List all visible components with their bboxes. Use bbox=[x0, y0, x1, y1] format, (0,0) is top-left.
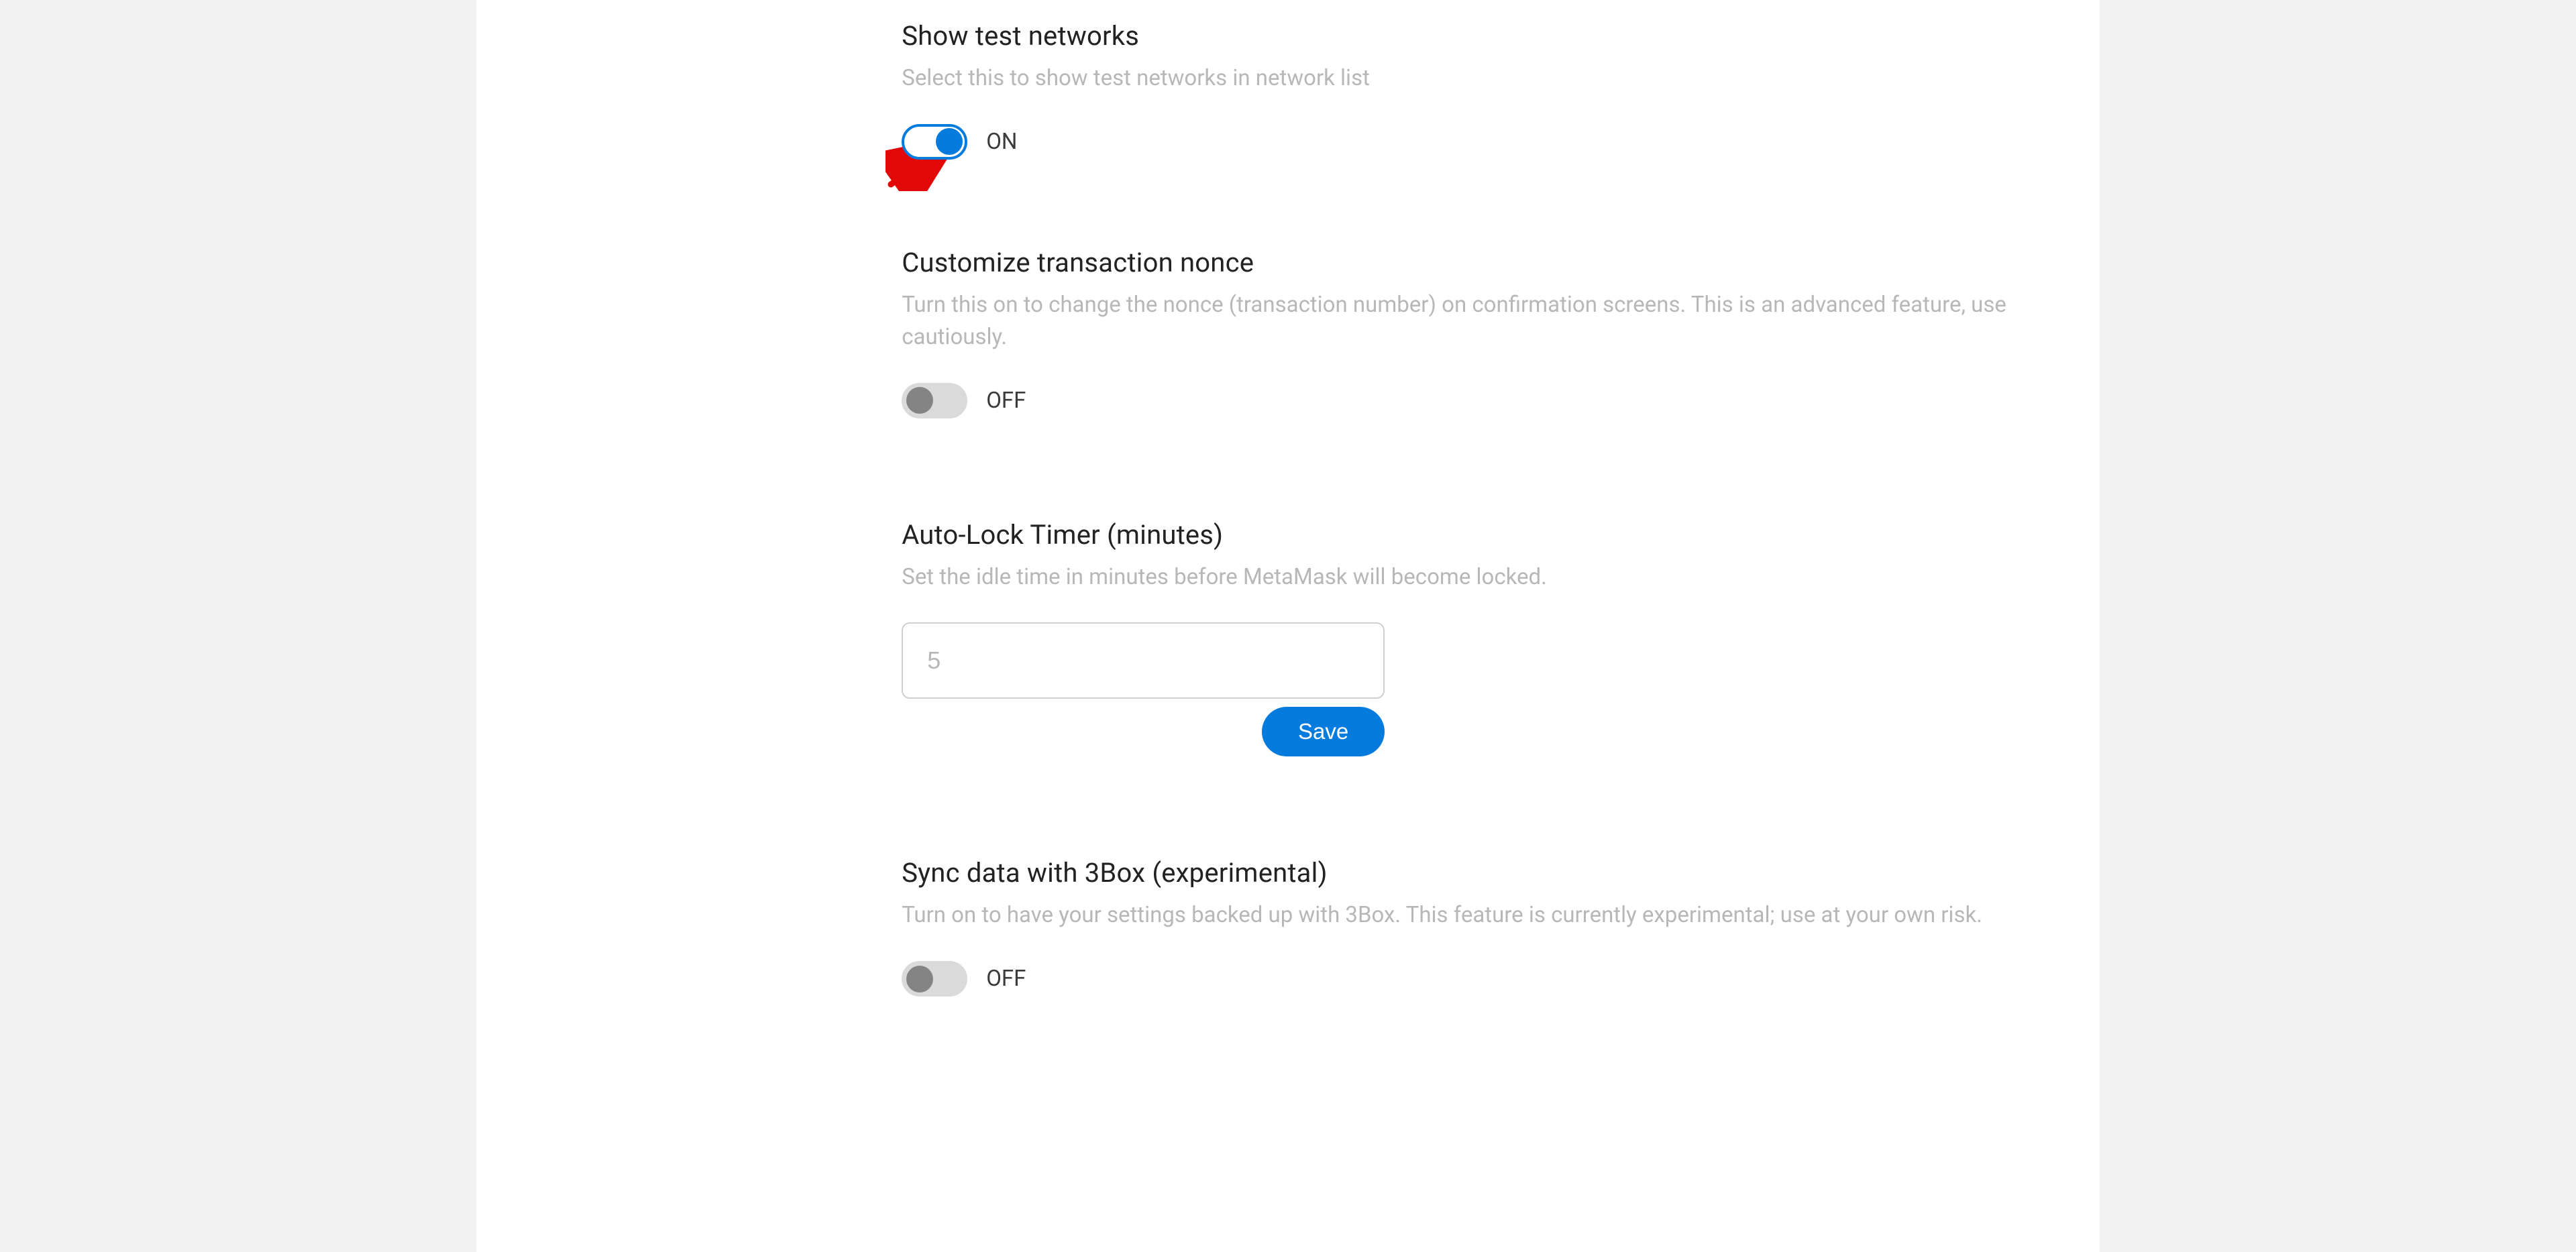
toggle-row: OFF bbox=[902, 961, 2035, 997]
auto-lock-minutes-input[interactable] bbox=[902, 622, 1385, 699]
setting-description: Turn on to have your settings backed up … bbox=[902, 899, 2035, 931]
save-row: Save bbox=[902, 707, 1385, 756]
setting-sync-3box: Sync data with 3Box (experimental) Turn … bbox=[902, 857, 2035, 997]
setting-show-test-networks: Show test networks Select this to show t… bbox=[902, 20, 2035, 160]
setting-title: Show test networks bbox=[902, 20, 2035, 52]
toggle-knob bbox=[936, 128, 963, 155]
toggle-state-label: ON bbox=[986, 129, 1017, 155]
setting-title: Sync data with 3Box (experimental) bbox=[902, 857, 2035, 889]
setting-description: Set the idle time in minutes before Meta… bbox=[902, 561, 2035, 593]
settings-panel: Show test networks Select this to show t… bbox=[476, 0, 2099, 1252]
show-test-networks-toggle[interactable] bbox=[902, 124, 967, 160]
toggle-state-label: OFF bbox=[986, 388, 1026, 414]
toggle-row: ON bbox=[902, 124, 2035, 160]
sync-3box-toggle[interactable] bbox=[902, 961, 967, 997]
setting-title: Auto-Lock Timer (minutes) bbox=[902, 519, 2035, 551]
setting-customize-nonce: Customize transaction nonce Turn this on… bbox=[902, 247, 2035, 418]
settings-content: Show test networks Select this to show t… bbox=[902, 0, 2035, 997]
setting-title: Customize transaction nonce bbox=[902, 247, 2035, 278]
toggle-row: OFF bbox=[902, 383, 2035, 418]
setting-description: Turn this on to change the nonce (transa… bbox=[902, 289, 2035, 353]
customize-nonce-toggle[interactable] bbox=[902, 383, 967, 418]
save-button[interactable]: Save bbox=[1262, 707, 1385, 756]
toggle-state-label: OFF bbox=[986, 966, 1026, 992]
toggle-knob bbox=[906, 966, 933, 992]
toggle-knob bbox=[906, 387, 933, 414]
setting-description: Select this to show test networks in net… bbox=[902, 62, 2035, 95]
setting-auto-lock-timer: Auto-Lock Timer (minutes) Set the idle t… bbox=[902, 519, 2035, 757]
